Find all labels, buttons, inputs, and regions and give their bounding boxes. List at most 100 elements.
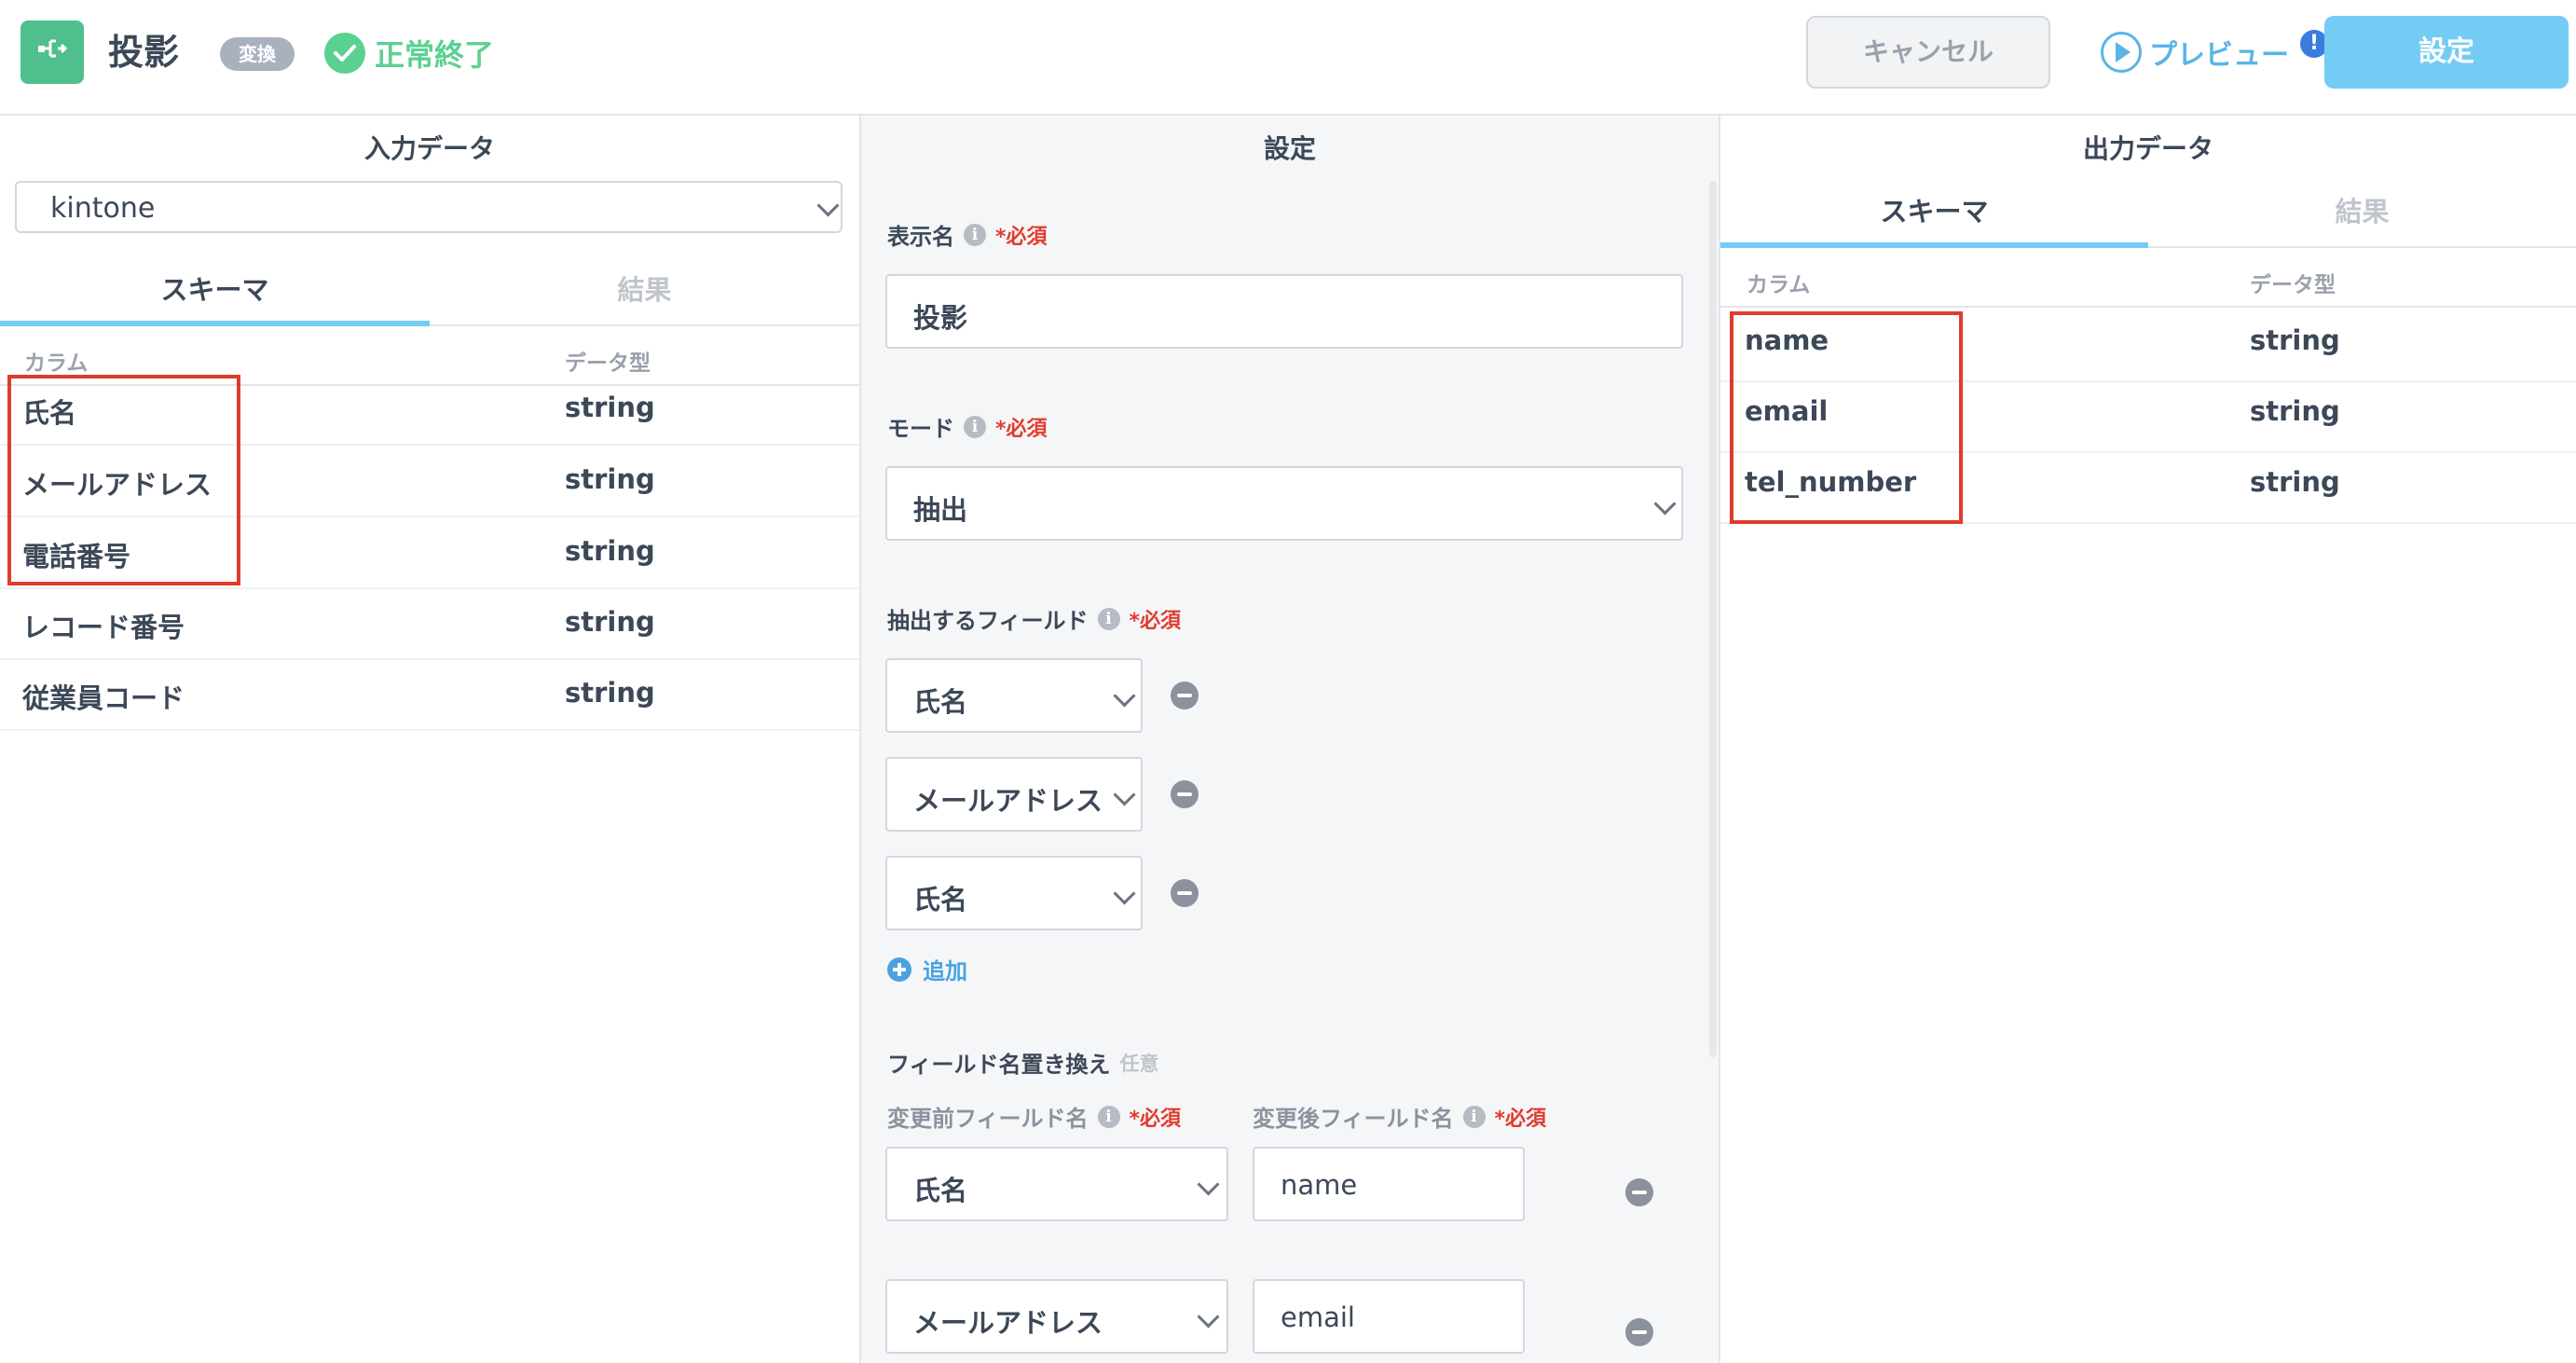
add-field-label: 追加 bbox=[923, 958, 967, 984]
column-type: string bbox=[2250, 324, 2340, 356]
column-type: string bbox=[2250, 466, 2340, 498]
play-circle-icon bbox=[2101, 32, 2142, 73]
after-field-label-row: 変更後フィールド名 i *必須 bbox=[1253, 1100, 1546, 1133]
rename-label: フィールド名置き換え bbox=[887, 1052, 1111, 1078]
extract-field-select[interactable]: 氏名 bbox=[885, 658, 1143, 733]
remove-rename-button[interactable] bbox=[1625, 1178, 1653, 1206]
display-name-label: 表示名 bbox=[887, 224, 954, 250]
info-icon[interactable]: i bbox=[1097, 1105, 1120, 1128]
before-field-select[interactable]: メールアドレス bbox=[885, 1279, 1228, 1354]
input-source-value: kintone bbox=[50, 192, 156, 225]
table-row: レコード番号 string bbox=[0, 587, 859, 660]
after-field-value: email bbox=[1281, 1301, 1355, 1333]
input-data-pane: 入力データ kintone スキーマ 結果 カラム データ型 氏名 string… bbox=[0, 116, 861, 1363]
required-marker: *必須 bbox=[995, 417, 1048, 441]
chevron-down-icon bbox=[1653, 492, 1677, 516]
column-name: 従業員コード bbox=[22, 682, 185, 714]
required-marker: *必須 bbox=[1129, 609, 1182, 633]
chevron-down-icon bbox=[1113, 783, 1136, 806]
output-highlight-box bbox=[1730, 311, 1963, 524]
required-marker: *必須 bbox=[1129, 1107, 1182, 1131]
after-field-value: name bbox=[1281, 1169, 1358, 1201]
extract-field-value: 氏名 bbox=[913, 884, 968, 916]
type-header: データ型 bbox=[565, 351, 651, 376]
add-field-button[interactable]: 追加 bbox=[887, 953, 967, 985]
extract-fields-label: 抽出するフィールド bbox=[887, 608, 1089, 634]
required-marker: *必須 bbox=[995, 225, 1048, 249]
input-highlight-box bbox=[7, 375, 240, 585]
tab-result[interactable]: 結果 bbox=[2148, 181, 2576, 246]
before-field-label-row: 変更前フィールド名 i *必須 bbox=[887, 1100, 1181, 1133]
tab-schema[interactable]: スキーマ bbox=[0, 259, 430, 326]
table-row: 従業員コード string bbox=[0, 658, 859, 731]
extract-field-select[interactable]: メールアドレス bbox=[885, 757, 1143, 832]
submit-settings-button[interactable]: 設定 bbox=[2324, 16, 2569, 89]
input-source-select[interactable]: kintone bbox=[15, 181, 843, 233]
chevron-down-icon bbox=[1197, 1173, 1220, 1196]
remove-field-button[interactable] bbox=[1171, 682, 1199, 709]
remove-rename-button[interactable] bbox=[1625, 1318, 1653, 1346]
status-text: 正常終了 bbox=[375, 37, 495, 73]
input-tabs: スキーマ 結果 bbox=[0, 259, 859, 326]
preview-label: プレビュー bbox=[2149, 39, 2289, 72]
column-header: カラム bbox=[24, 351, 89, 376]
column-type: string bbox=[565, 392, 655, 423]
settings-scrollbar[interactable] bbox=[1709, 181, 1717, 1057]
transform-node-icon bbox=[21, 21, 84, 84]
info-icon[interactable]: i bbox=[964, 223, 986, 246]
mode-value: 抽出 bbox=[913, 494, 968, 526]
type-header: データ型 bbox=[2250, 273, 2336, 297]
remove-field-button[interactable] bbox=[1171, 879, 1199, 907]
column-type: string bbox=[565, 677, 655, 709]
cancel-button[interactable]: キャンセル bbox=[1806, 16, 2050, 89]
header-bar: 投影 変換 正常終了 キャンセル プレビュー ! 設定 bbox=[0, 0, 2576, 116]
plus-circle-icon bbox=[887, 957, 911, 982]
status-indicator: 正常終了 bbox=[324, 32, 494, 75]
output-pane-title: 出力データ bbox=[2082, 133, 2213, 164]
input-pane-title: 入力データ bbox=[363, 133, 495, 164]
optional-marker: 任意 bbox=[1119, 1052, 1159, 1075]
before-field-label: 変更前フィールド名 bbox=[887, 1106, 1089, 1132]
output-table-header: カラム データ型 bbox=[1720, 248, 2576, 308]
column-name: レコード番号 bbox=[22, 612, 185, 643]
after-field-input[interactable]: name bbox=[1253, 1147, 1525, 1221]
preview-button[interactable]: プレビュー ! bbox=[2101, 28, 2328, 76]
output-tabs: スキーマ 結果 bbox=[1720, 181, 2576, 248]
before-field-select[interactable]: 氏名 bbox=[885, 1147, 1228, 1221]
rename-label-row: フィールド名置き換え 任意 bbox=[887, 1046, 1159, 1079]
info-icon[interactable]: i bbox=[964, 415, 986, 438]
extract-field-select[interactable]: 氏名 bbox=[885, 856, 1143, 930]
check-circle-icon bbox=[324, 33, 365, 74]
mode-label: モード bbox=[887, 416, 954, 442]
chevron-down-icon bbox=[1113, 882, 1136, 905]
column-header: カラム bbox=[1747, 273, 1811, 297]
output-data-pane: 出力データ スキーマ 結果 カラム データ型 name string email… bbox=[1720, 116, 2576, 1363]
column-type: string bbox=[565, 535, 655, 567]
node-type-badge: 変換 bbox=[220, 37, 295, 71]
column-type: string bbox=[565, 606, 655, 638]
tab-result[interactable]: 結果 bbox=[430, 259, 859, 324]
mode-select[interactable]: 抽出 bbox=[885, 466, 1683, 541]
chevron-down-icon bbox=[1113, 684, 1136, 708]
info-icon[interactable]: i bbox=[1462, 1105, 1486, 1128]
before-field-value: メールアドレス bbox=[913, 1307, 1103, 1339]
page-title: 投影 bbox=[108, 32, 180, 73]
column-type: string bbox=[2250, 395, 2340, 427]
extract-field-value: 氏名 bbox=[913, 686, 968, 718]
settings-pane-title: 設定 bbox=[1263, 133, 1316, 164]
after-field-label: 変更後フィールド名 bbox=[1253, 1106, 1454, 1132]
mode-label-row: モード i *必須 bbox=[887, 410, 1048, 443]
info-icon[interactable]: i bbox=[1097, 607, 1120, 630]
remove-field-button[interactable] bbox=[1171, 780, 1199, 808]
after-field-input[interactable]: email bbox=[1253, 1279, 1525, 1354]
chevron-down-icon bbox=[1197, 1305, 1220, 1329]
display-name-value: 投影 bbox=[913, 302, 968, 334]
display-name-input[interactable]: 投影 bbox=[885, 274, 1683, 349]
display-name-label-row: 表示名 i *必須 bbox=[887, 218, 1048, 251]
column-type: string bbox=[565, 463, 655, 495]
before-field-value: 氏名 bbox=[913, 1175, 968, 1206]
chevron-down-icon bbox=[816, 194, 840, 217]
required-marker: *必須 bbox=[1494, 1107, 1547, 1131]
tab-schema[interactable]: スキーマ bbox=[1720, 181, 2148, 248]
extract-field-value: メールアドレス bbox=[913, 785, 1103, 817]
